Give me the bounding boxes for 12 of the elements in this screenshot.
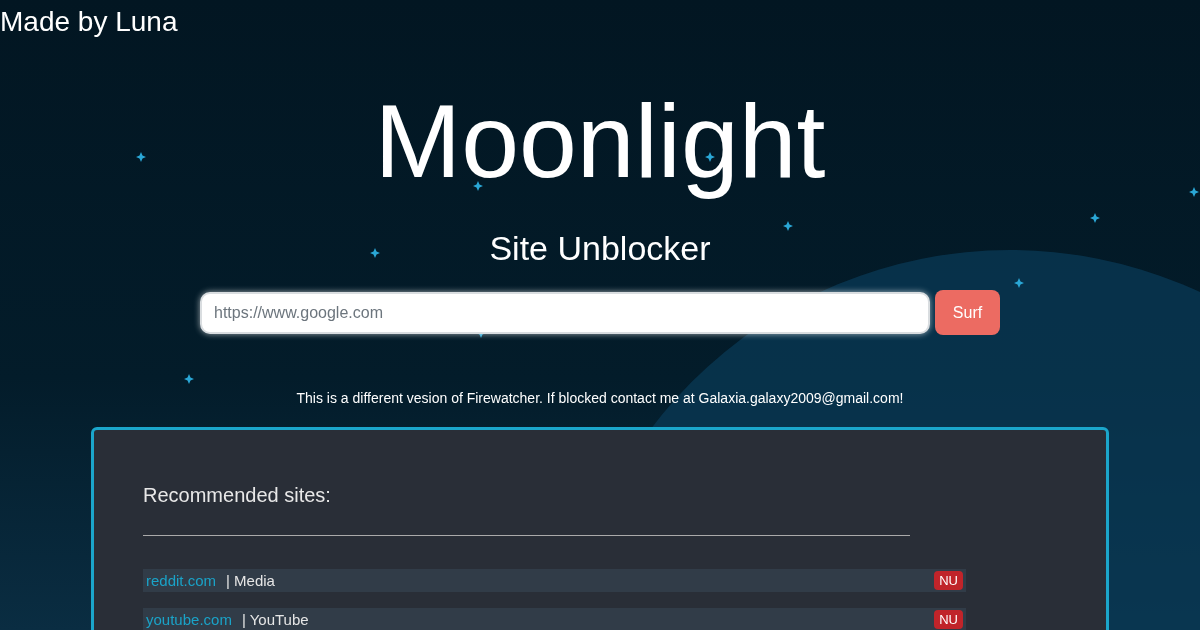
- site-subtitle: Site Unblocker: [489, 228, 711, 268]
- site-badge: NU: [934, 571, 963, 590]
- site-label: | Media: [226, 572, 276, 589]
- panel-heading: Recommended sites:: [143, 483, 332, 508]
- notice-text: This is a different vesion of Firewatcher. If blocked contact me at Galaxia.galaxy2009@gmail.com!: [296, 389, 904, 407]
- surf-button[interactable]: Surf: [935, 290, 1000, 335]
- site-label: | YouTube: [241, 611, 310, 628]
- site-link[interactable]: youtube.com: [146, 611, 232, 628]
- url-input-field[interactable]: https://www.google.com: [200, 291, 930, 334]
- site-link[interactable]: reddit.com: [146, 572, 217, 589]
- credit-text: Made by Luna: [0, 6, 178, 38]
- site-badge: NU: [934, 610, 963, 629]
